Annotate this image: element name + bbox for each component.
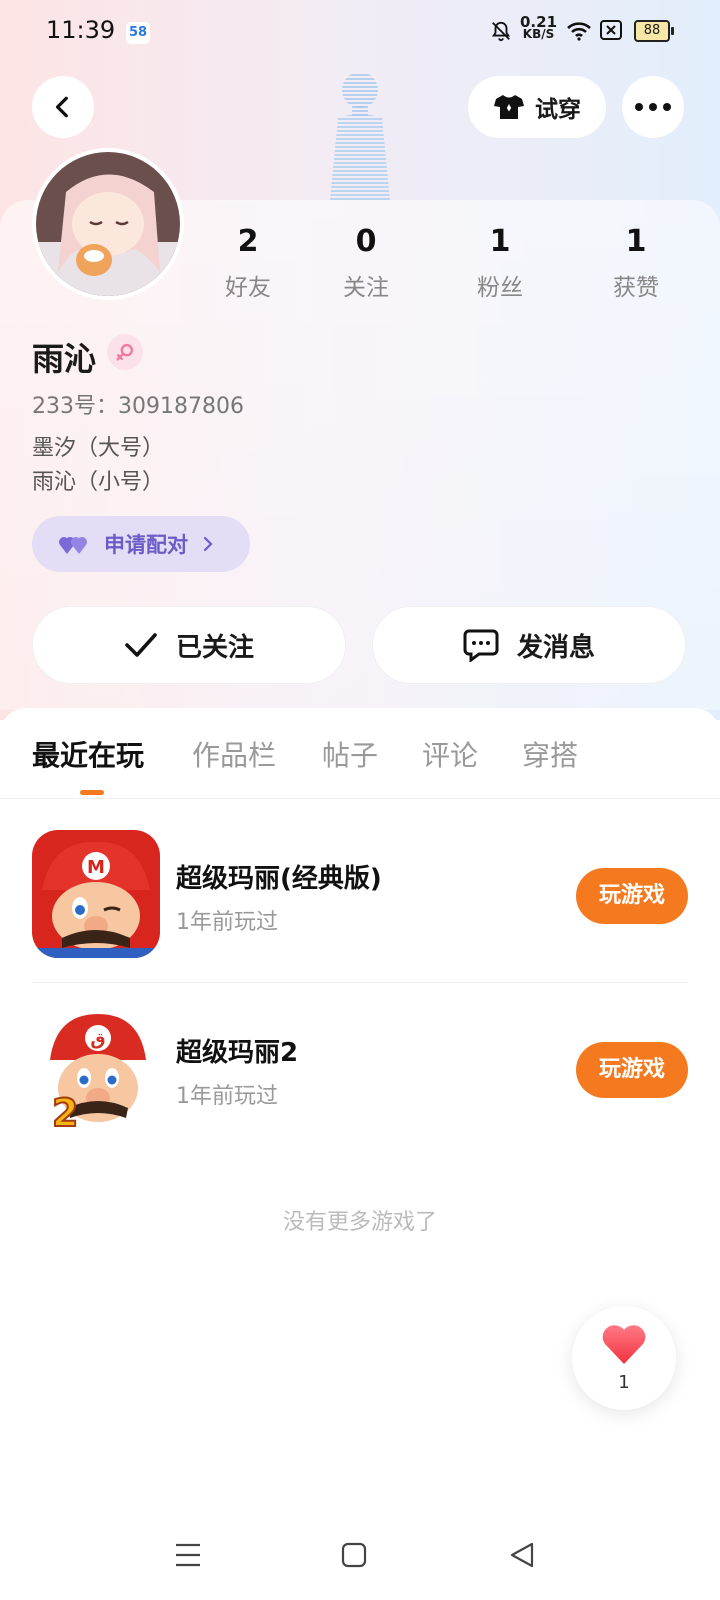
stat-label: 粉丝 xyxy=(477,275,523,301)
alias-main: 墨汐（大号） xyxy=(32,436,165,461)
stat-value: 1 xyxy=(625,224,647,259)
more-dot xyxy=(663,103,671,111)
bell-muted-icon xyxy=(490,20,512,46)
followed-button[interactable]: 已关注 xyxy=(32,606,346,684)
tab-outfits[interactable]: 穿搭 xyxy=(522,734,578,774)
tab-recently-played[interactable]: 最近在玩 xyxy=(32,734,144,774)
play-game-button[interactable]: 玩游戏 xyxy=(576,1042,688,1098)
stat-value: 0 xyxy=(355,224,377,259)
like-button[interactable]: 1 xyxy=(572,1306,676,1410)
like-count: 1 xyxy=(618,1372,630,1393)
avatar-image xyxy=(36,152,180,296)
try-on-label: 试穿 xyxy=(535,97,581,123)
stat-label: 获赞 xyxy=(613,275,659,301)
network-speed: 0.21 KB/S xyxy=(520,13,558,41)
apply-pair-button[interactable]: 申请配对 xyxy=(32,516,250,572)
list-item[interactable]: M 超级玛丽(经典版) 1年前玩过 玩游戏 xyxy=(0,830,720,1000)
status-time: 11:39 xyxy=(46,16,116,44)
tshirt-icon xyxy=(494,95,524,119)
stat-likes[interactable]: 1 获赞 xyxy=(586,224,686,302)
send-message-label: 发消息 xyxy=(516,632,595,663)
tab-works[interactable]: 作品栏 xyxy=(192,734,276,774)
play-game-button[interactable]: 玩游戏 xyxy=(576,868,688,924)
followed-label: 已关注 xyxy=(175,632,254,663)
stat-value: 2 xyxy=(237,224,259,259)
home-square-icon[interactable] xyxy=(340,1540,368,1574)
chevron-left-icon xyxy=(55,96,68,118)
back-triangle-icon[interactable] xyxy=(508,1540,536,1574)
more-dot xyxy=(649,103,657,111)
tab-bar: 最近在玩 作品栏 帖子 评论 穿搭 xyxy=(0,708,720,799)
checkmark-icon xyxy=(125,633,157,657)
stat-following[interactable]: 0 关注 xyxy=(316,224,416,302)
list-item[interactable]: ق 2 超级玛丽2 1年前玩过 玩游戏 xyxy=(0,1004,720,1174)
more-options-button[interactable] xyxy=(622,76,684,138)
svg-text:2: 2 xyxy=(52,1091,78,1132)
list-divider xyxy=(32,982,688,983)
system-nav-bar xyxy=(0,1520,720,1600)
mario-classic-icon: M xyxy=(32,830,160,958)
svg-text:ق: ق xyxy=(90,1030,105,1050)
tab-comments[interactable]: 评论 xyxy=(422,734,478,774)
stat-label: 关注 xyxy=(343,275,389,301)
back-button[interactable] xyxy=(32,76,94,138)
sim-off-icon xyxy=(600,20,622,44)
stat-fans[interactable]: 1 粉丝 xyxy=(450,224,550,302)
active-tab-indicator xyxy=(80,790,104,795)
female-gender-icon xyxy=(107,334,143,370)
game-title: 超级玛丽(经典版) xyxy=(176,864,382,894)
last-played-time: 1年前玩过 xyxy=(176,1084,278,1109)
menu-icon[interactable] xyxy=(174,1540,202,1574)
profile-name: 雨沁 xyxy=(32,340,97,378)
heart-icon xyxy=(602,1325,646,1364)
wifi-icon xyxy=(566,20,592,46)
more-dot xyxy=(635,103,643,111)
chat-bubble-icon xyxy=(463,629,499,662)
mario-2-icon: ق 2 xyxy=(32,1004,160,1132)
no-more-games-text: 没有更多游戏了 xyxy=(282,1210,437,1235)
game-title: 超级玛丽2 xyxy=(176,1038,299,1068)
double-heart-icon xyxy=(59,537,87,554)
alias-secondary: 雨沁（小号） xyxy=(32,470,165,495)
last-played-time: 1年前玩过 xyxy=(176,910,278,935)
battery-icon: 88 xyxy=(634,20,674,42)
stat-friends[interactable]: 2 好友 xyxy=(198,224,298,302)
app-notification-icon: 58 xyxy=(126,22,150,44)
status-bar: 11:39 58 0.21 KB/S 88 xyxy=(0,0,720,64)
svg-text:M: M xyxy=(87,857,105,878)
apply-pair-label: 申请配对 xyxy=(104,533,188,557)
try-on-button[interactable]: 试穿 xyxy=(468,76,606,138)
hologram-avatar-figure xyxy=(330,72,390,200)
stat-value: 1 xyxy=(489,224,511,259)
tab-posts[interactable]: 帖子 xyxy=(322,734,378,774)
stat-label: 好友 xyxy=(225,275,271,301)
send-message-button[interactable]: 发消息 xyxy=(372,606,686,684)
avatar[interactable] xyxy=(32,148,184,300)
user-id: 233号：309187806 xyxy=(32,394,244,419)
chevron-right-icon xyxy=(203,536,213,552)
